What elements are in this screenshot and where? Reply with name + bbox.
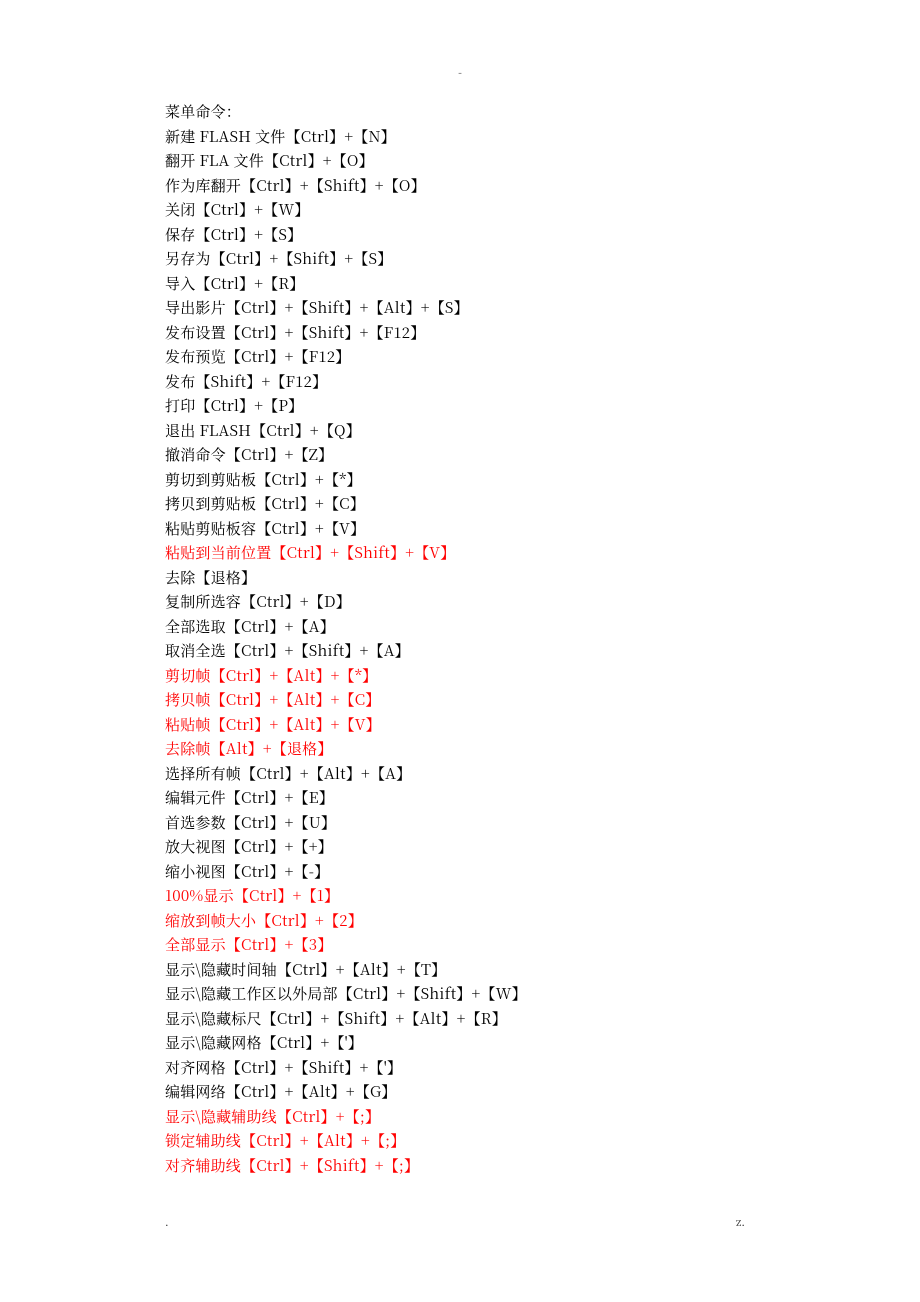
shortcut-line: 发布预览【Ctrl】+【F12】	[165, 345, 920, 370]
shortcut-line: 新建 FLASH 文件【Ctrl】+【N】	[165, 125, 920, 150]
shortcut-line: 打印【Ctrl】+【P】	[165, 394, 920, 419]
shortcut-line: 显示\隐藏工作区以外局部【Ctrl】+【Shift】+【W】	[165, 982, 920, 1007]
shortcut-line: 显示\隐藏标尺【Ctrl】+【Shift】+【Alt】+【R】	[165, 1007, 920, 1032]
shortcut-line: 编辑网络【Ctrl】+【Alt】+【G】	[165, 1080, 920, 1105]
shortcut-line: 粘贴帧【Ctrl】+【Alt】+【V】	[165, 713, 920, 738]
shortcut-line: 编辑元件【Ctrl】+【E】	[165, 786, 920, 811]
shortcut-line: 另存为【Ctrl】+【Shift】+【S】	[165, 247, 920, 272]
shortcut-line: 发布【Shift】+【F12】	[165, 370, 920, 395]
shortcut-line: 显示\隐藏时间轴【Ctrl】+【Alt】+【T】	[165, 958, 920, 983]
shortcut-line: 全部显示【Ctrl】+【3】	[165, 933, 920, 958]
shortcut-line: 撤消命令【Ctrl】+【Z】	[165, 443, 920, 468]
footer-left-marker: .	[165, 1210, 169, 1235]
shortcut-line: 显示\隐藏辅助线【Ctrl】+【;】	[165, 1105, 920, 1130]
shortcut-line: 关闭【Ctrl】+【W】	[165, 198, 920, 223]
shortcut-line: 菜单命令：	[165, 100, 920, 125]
shortcut-line: 拷贝到剪贴板【Ctrl】+【C】	[165, 492, 920, 517]
shortcut-line: 发布设置【Ctrl】+【Shift】+【F12】	[165, 321, 920, 346]
shortcut-line: 首选参数【Ctrl】+【U】	[165, 811, 920, 836]
shortcut-line: 剪切帧【Ctrl】+【Alt】+【*】	[165, 664, 920, 689]
shortcut-line: 选择所有帧【Ctrl】+【Alt】+【A】	[165, 762, 920, 787]
header-marker: -	[0, 60, 920, 85]
shortcut-line: 缩小视图【Ctrl】+【-】	[165, 860, 920, 885]
shortcut-list: 菜单命令：新建 FLASH 文件【Ctrl】+【N】翻开 FLA 文件【Ctrl…	[165, 100, 920, 1178]
shortcut-line: 取消全选【Ctrl】+【Shift】+【A】	[165, 639, 920, 664]
shortcut-line: 剪切到剪贴板【Ctrl】+【*】	[165, 468, 920, 493]
shortcut-line: 作为库翻开【Ctrl】+【Shift】+【O】	[165, 174, 920, 199]
shortcut-line: 100%显示【Ctrl】+【1】	[165, 884, 920, 909]
shortcut-line: 拷贝帧【Ctrl】+【Alt】+【C】	[165, 688, 920, 713]
shortcut-line: 去除【退格】	[165, 566, 920, 591]
shortcut-line: 显示\隐藏网格【Ctrl】+【'】	[165, 1031, 920, 1056]
shortcut-line: 锁定辅助线【Ctrl】+【Alt】+【;】	[165, 1129, 920, 1154]
shortcut-line: 粘贴到当前位置【Ctrl】+【Shift】+【V】	[165, 541, 920, 566]
shortcut-line: 退出 FLASH【Ctrl】+【Q】	[165, 419, 920, 444]
document-page: - 菜单命令：新建 FLASH 文件【Ctrl】+【N】翻开 FLA 文件【Ct…	[0, 0, 920, 1302]
shortcut-line: 导出影片【Ctrl】+【Shift】+【Alt】+【S】	[165, 296, 920, 321]
shortcut-line: 导入【Ctrl】+【R】	[165, 272, 920, 297]
shortcut-line: 缩放到帧大小【Ctrl】+【2】	[165, 909, 920, 934]
shortcut-line: 去除帧【Alt】+【退格】	[165, 737, 920, 762]
shortcut-line: 保存【Ctrl】+【S】	[165, 223, 920, 248]
shortcut-line: 对齐网格【Ctrl】+【Shift】+【'】	[165, 1056, 920, 1081]
shortcut-line: 对齐辅助线【Ctrl】+【Shift】+【;】	[165, 1154, 920, 1179]
shortcut-line: 粘贴剪贴板容【Ctrl】+【V】	[165, 517, 920, 542]
shortcut-line: 复制所选容【Ctrl】+【D】	[165, 590, 920, 615]
shortcut-line: 翻开 FLA 文件【Ctrl】+【O】	[165, 149, 920, 174]
footer-right-marker: z.	[736, 1210, 745, 1235]
shortcut-line: 全部选取【Ctrl】+【A】	[165, 615, 920, 640]
shortcut-line: 放大视图【Ctrl】+【+】	[165, 835, 920, 860]
